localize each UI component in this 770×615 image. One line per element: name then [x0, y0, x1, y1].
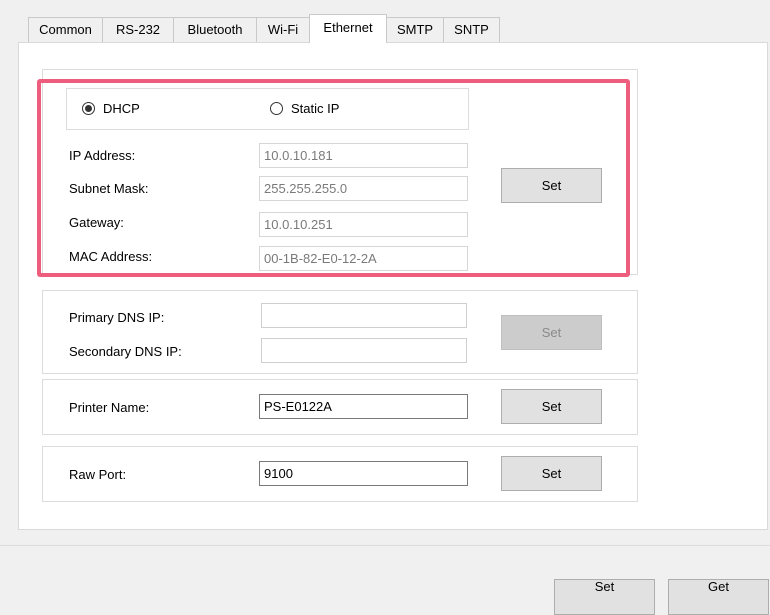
ip-address-label: IP Address:	[69, 148, 136, 163]
printer-name-set-button[interactable]: Set	[501, 389, 602, 424]
footer-get-label: Get	[708, 579, 729, 594]
raw-port-label: Raw Port:	[69, 467, 127, 482]
secondary-dns-label: Secondary DNS IP:	[69, 344, 182, 359]
gateway-label: Gateway:	[69, 215, 124, 230]
primary-dns-label: Primary DNS IP:	[69, 310, 165, 325]
footer-set-button[interactable]: Set	[554, 579, 655, 615]
dhcp-label[interactable]: DHCP	[103, 101, 140, 116]
mac-address-field[interactable]: 00-1B-82-E0-12-2A	[259, 246, 468, 271]
raw-port-field[interactable]: 9100	[259, 461, 468, 486]
dns-set-button: Set	[501, 315, 602, 350]
primary-dns-field[interactable]	[261, 303, 467, 328]
tab-ethernet[interactable]: Ethernet	[309, 14, 387, 43]
printer-name-label: Printer Name:	[69, 400, 150, 415]
footer-divider	[0, 545, 770, 546]
ip-set-button[interactable]: Set	[501, 168, 602, 203]
secondary-dns-field[interactable]	[261, 338, 467, 363]
radio-selected-dot	[85, 105, 92, 112]
tab-smtp[interactable]: SMTP	[386, 17, 444, 42]
gateway-field[interactable]: 10.0.10.251	[259, 212, 468, 237]
tab-sntp[interactable]: SNTP	[443, 17, 500, 42]
footer-get-button[interactable]: Get	[668, 579, 769, 615]
dhcp-radio[interactable]	[82, 102, 95, 115]
raw-port-set-button[interactable]: Set	[501, 456, 602, 491]
tab-common[interactable]: Common	[28, 17, 103, 42]
subnet-mask-label: Subnet Mask:	[69, 181, 149, 196]
tab-rs-232[interactable]: RS-232	[102, 17, 174, 42]
ip-address-field[interactable]: 10.0.10.181	[259, 143, 468, 168]
tab-bluetooth[interactable]: Bluetooth	[173, 17, 257, 42]
mac-address-label: MAC Address:	[69, 249, 153, 264]
tab-wi-fi[interactable]: Wi-Fi	[256, 17, 310, 42]
subnet-mask-field[interactable]: 255.255.255.0	[259, 176, 468, 201]
static-ip-radio[interactable]	[270, 102, 283, 115]
printer-name-field[interactable]: PS-E0122A	[259, 394, 468, 419]
static-ip-label[interactable]: Static IP	[291, 101, 339, 116]
footer-set-label: Set	[594, 579, 615, 594]
